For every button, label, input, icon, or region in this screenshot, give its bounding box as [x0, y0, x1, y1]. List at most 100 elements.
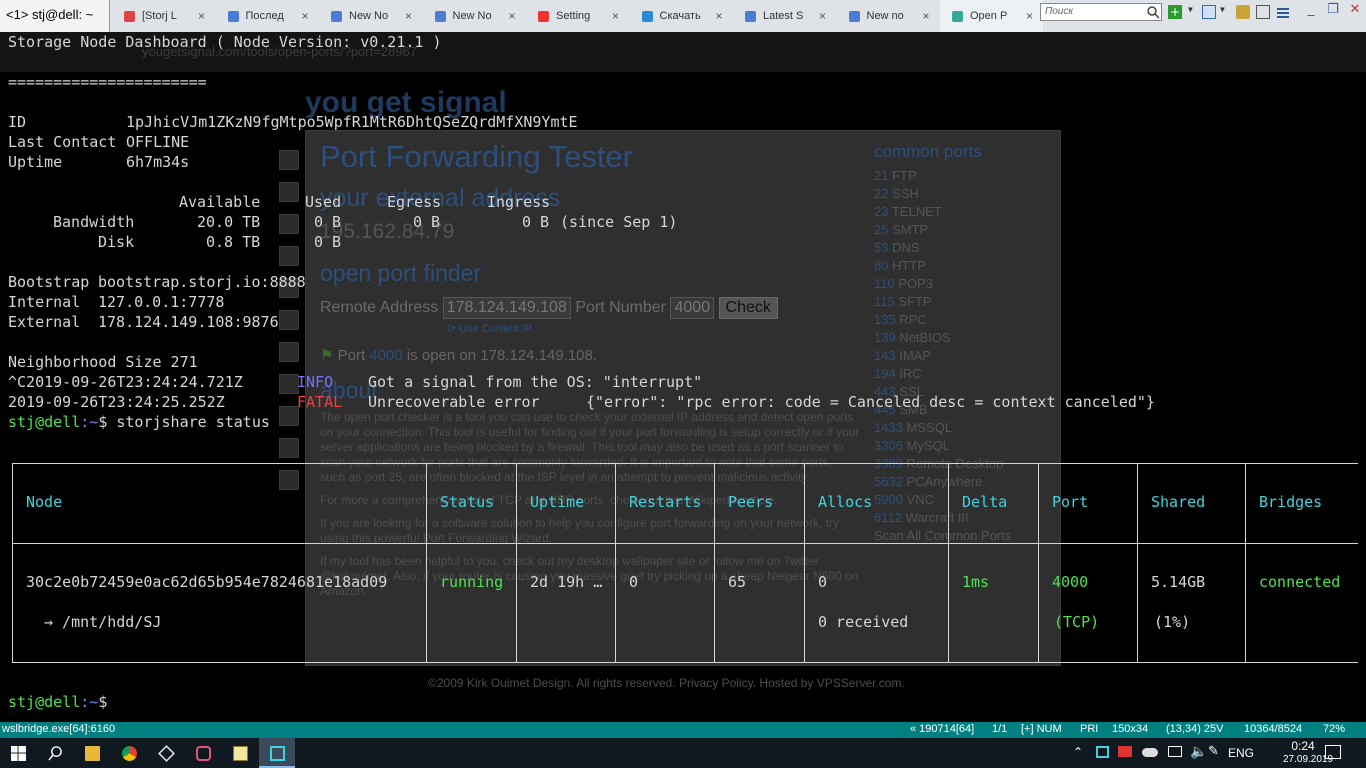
disk-used: 0 B [314, 233, 342, 251]
col-header-bridges: Bridges [1259, 493, 1323, 511]
network-icon[interactable] [1168, 746, 1182, 757]
app-button[interactable] [148, 738, 184, 768]
browser-tab-label: Setting [556, 10, 591, 22]
clock[interactable]: 0:24 27.09.2019 [1283, 740, 1333, 766]
split-view-icon[interactable] [1202, 5, 1216, 19]
table-border-bottom [12, 662, 1358, 663]
start-button[interactable] [0, 738, 36, 768]
browser-tab-label: Послед [245, 10, 284, 22]
browser-tab[interactable]: Open P × [940, 0, 1043, 32]
col-header-shared: Shared [1151, 493, 1206, 511]
browser-tab[interactable]: Setting × [526, 0, 629, 32]
browser-tab[interactable]: New No × [319, 0, 422, 32]
console-status-bar: wslbridge.exe[64]:6160 « 190714[64] 1/1 … [0, 722, 1366, 738]
conemu-button[interactable] [259, 738, 295, 768]
notepad-button[interactable] [222, 738, 258, 768]
cloud-icon[interactable] [1142, 748, 1158, 757]
tab-favicon-icon [538, 11, 549, 22]
search-icon[interactable] [1146, 5, 1160, 19]
browser-tab[interactable]: [Storj L × [112, 0, 215, 32]
terminal[interactable]: Storage Node Dashboard ( Node Version: v… [0, 32, 1366, 722]
tab-favicon-icon [227, 11, 239, 22]
new-console-icon[interactable]: + [1168, 5, 1182, 19]
chevron-down-icon-2[interactable]: ▼ [1220, 5, 1234, 19]
table-col-line [516, 463, 517, 663]
node-peers: 65 [728, 573, 747, 591]
process-info: wslbridge.exe[64]:6160 [2, 723, 116, 735]
console-size[interactable]: 150x34 [1112, 723, 1148, 735]
zoom-level[interactable]: 72% [1323, 723, 1345, 735]
log-detail: {"error": "rpc error: code = Canceled de… [586, 393, 1155, 411]
action-center-icon[interactable] [1325, 745, 1341, 759]
folder-icon [85, 746, 100, 761]
tab-close-icon[interactable]: × [612, 9, 619, 23]
tab-close-icon[interactable]: × [508, 9, 515, 23]
conemu-icon [270, 746, 285, 761]
browser-tab-label: Latest S [763, 10, 804, 22]
node-port-protocol: (TCP) [1054, 613, 1100, 631]
internal-value: 127.0.0.1:7778 [98, 293, 225, 311]
close-button[interactable]: ✕ [1344, 2, 1366, 22]
cursor-position[interactable]: (13,34) 25V [1166, 723, 1223, 735]
media-button[interactable] [185, 738, 221, 768]
col-header-port: Port [1052, 493, 1089, 511]
pen-icon[interactable]: ✎ [1208, 744, 1219, 759]
language-indicator[interactable]: ENG [1228, 746, 1254, 760]
volume-icon[interactable]: 🔈 [1190, 744, 1207, 760]
bootstrap-label: Bootstrap [8, 273, 90, 291]
buffer-info[interactable]: 10364/8524 [1244, 723, 1302, 735]
tab-close-icon[interactable]: × [715, 9, 722, 23]
node-status: running [440, 573, 504, 591]
tab-close-icon[interactable]: × [922, 9, 929, 23]
tab-close-icon[interactable]: × [405, 9, 412, 23]
id-label: ID [8, 113, 27, 131]
node-delta: 1ms [962, 573, 990, 591]
browser-tab[interactable]: New No × [423, 0, 526, 32]
search-button[interactable] [37, 738, 73, 768]
browser-tab[interactable]: Скачать × [630, 0, 733, 32]
log-timestamp: 2019-09-26T23:24:25.252Z [8, 393, 225, 411]
battery-icon[interactable] [1118, 746, 1132, 757]
browser-tab[interactable]: New no × [837, 0, 940, 32]
windows-icon [11, 746, 26, 761]
page-count[interactable]: 1/1 [992, 723, 1007, 735]
scroll-icon[interactable] [1256, 5, 1270, 19]
tab-favicon-icon [434, 11, 446, 22]
menu-icon[interactable] [1276, 5, 1290, 19]
tab-favicon-icon [848, 11, 860, 22]
table-col-line [948, 463, 949, 663]
console-tab[interactable]: <1> stj@dell: ~ [0, 0, 110, 32]
explorer-button[interactable] [74, 738, 110, 768]
browser-tab-label: New no [866, 10, 904, 22]
tab-close-icon[interactable]: × [819, 9, 826, 23]
bootstrap-value: bootstrap.storj.io:8888 [98, 273, 306, 291]
tab-favicon-icon [331, 11, 342, 22]
search-input[interactable]: Поиск [1040, 3, 1162, 21]
external-label: External [8, 313, 81, 331]
tab-close-icon[interactable]: × [301, 9, 308, 23]
external-value: 178.124.149.108:9876 [98, 313, 279, 331]
conemu-tray-icon[interactable] [1096, 746, 1109, 758]
window-tab-strip: <1> stj@dell: ~ [Storj L × Послед × New No × N… [0, 0, 1366, 32]
node-shared-percent: (1%) [1154, 613, 1191, 631]
tab-favicon-icon [641, 11, 653, 22]
tab-close-icon[interactable]: × [198, 9, 205, 23]
browser-tab[interactable]: Послед × [216, 0, 319, 32]
notepad-icon [233, 746, 248, 761]
build-info[interactable]: « 190714[64] [910, 723, 974, 735]
used-header: Used [305, 193, 342, 211]
minimize-button[interactable]: _ [1300, 2, 1322, 22]
chrome-button[interactable] [111, 738, 147, 768]
browser-tab-label: New No [349, 10, 389, 22]
log-level-fatal: FATAL [297, 393, 343, 411]
restore-button[interactable]: ❐ [1322, 2, 1344, 22]
chevron-up-icon[interactable]: ⌃ [1073, 745, 1083, 759]
cube-icon [158, 745, 175, 762]
tab-close-icon[interactable]: × [1026, 9, 1033, 23]
prompt-command: storjshare status [116, 413, 270, 431]
priority[interactable]: PRI [1080, 723, 1098, 735]
keyboard-locks[interactable]: [+] NUM [1021, 723, 1062, 735]
lock-icon[interactable] [1236, 5, 1250, 19]
browser-tab[interactable]: Latest S × [733, 0, 836, 32]
chevron-down-icon[interactable]: ▼ [1188, 5, 1202, 19]
